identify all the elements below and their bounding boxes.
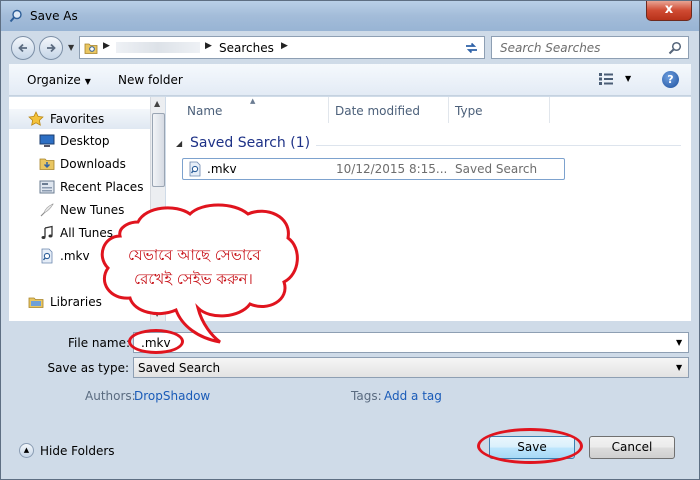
group-divider [316, 145, 681, 146]
column-header-label: Name [187, 104, 223, 118]
column-header-date-modified[interactable]: Date modified [329, 97, 448, 123]
star-icon [28, 111, 44, 126]
sidebar-item-favorites[interactable]: Favorites [9, 109, 151, 129]
tags-label: Tags: [351, 389, 382, 403]
search-placeholder: Search Searches [500, 41, 601, 55]
forward-button[interactable] [39, 36, 63, 60]
search-input[interactable]: Search Searches [491, 36, 689, 59]
column-divider[interactable] [549, 97, 550, 123]
arrow-left-icon [18, 43, 27, 53]
column-header-label: Type [455, 104, 483, 118]
view-dropdown-icon[interactable]: ▼ [625, 74, 631, 83]
column-header-name[interactable]: Name [166, 97, 328, 123]
authors-value[interactable]: DropShadow [134, 389, 210, 403]
chevron-down-icon[interactable]: ▼ [676, 363, 682, 372]
breadcrumb-current[interactable]: Searches [219, 41, 274, 55]
breadcrumb-separator-icon[interactable]: ▶ [205, 41, 212, 51]
sidebar-item-label: .mkv [60, 249, 90, 263]
address-bar[interactable]: ▶ ▶ Searches ▶ ▼ [79, 36, 524, 59]
breadcrumb-separator-icon[interactable]: ▶ [103, 41, 110, 51]
refresh-button[interactable] [460, 36, 485, 59]
back-button[interactable] [11, 36, 35, 60]
desktop-icon [39, 134, 55, 147]
recent-places-icon [39, 180, 55, 194]
music-note-icon [41, 225, 53, 239]
refresh-icon [466, 42, 477, 54]
scroll-up-icon[interactable]: ▲ [154, 99, 160, 108]
new-folder-button[interactable]: New folder [118, 73, 183, 87]
file-row[interactable]: .mkv 10/12/2015 8:15... Saved Search [182, 158, 565, 180]
feather-icon [40, 203, 54, 217]
file-type: Saved Search [455, 162, 538, 176]
save-as-type-select[interactable]: Saved Search ▼ [133, 357, 689, 378]
sidebar-item-label: Libraries [50, 295, 102, 309]
breadcrumb-separator-icon[interactable]: ▶ [281, 41, 288, 51]
search-icon[interactable] [668, 41, 682, 55]
recent-pages-dropdown-icon[interactable]: ▼ [68, 43, 74, 52]
annotation-line-1: যেভাবে আছে সেভাবে [128, 246, 261, 264]
window-title: Save As [30, 9, 78, 23]
chevron-down-icon: ▼ [84, 77, 91, 86]
help-icon[interactable]: ? [662, 71, 679, 88]
saved-search-folder-icon [84, 43, 98, 54]
sidebar-item-recent-places[interactable]: Recent Places [9, 177, 151, 197]
command-bar: Organize ▼ New folder ▼ ? [9, 64, 691, 96]
collapse-group-icon[interactable]: ◢ [176, 139, 182, 148]
close-button[interactable]: x [646, 1, 692, 21]
sidebar-item-label: Desktop [60, 134, 110, 148]
authors-label: Authors: [85, 389, 136, 403]
column-header-label: Date modified [335, 104, 421, 118]
address-row: ▼ ▶ ▶ Searches ▶ ▼ Search Searches [1, 31, 699, 63]
organize-label: Organize [27, 73, 81, 87]
scrollbar-thumb[interactable] [152, 113, 165, 187]
sidebar-item-label: Recent Places [60, 180, 144, 194]
downloads-folder-icon [39, 158, 55, 170]
sidebar-item-downloads[interactable]: Downloads [9, 154, 151, 174]
chevron-up-icon: ▲ [19, 443, 34, 458]
save-highlight-circle [477, 428, 583, 464]
new-folder-label: New folder [118, 73, 183, 87]
view-options-icon[interactable] [599, 73, 615, 85]
save-as-type-value: Saved Search [138, 361, 221, 375]
arrow-right-icon [47, 43, 56, 53]
title-bar[interactable]: Save As x [1, 1, 699, 31]
annotation-line-2: রেখেই সেইভ করুন। [134, 270, 253, 288]
saved-search-icon [41, 248, 53, 264]
search-icon [9, 9, 22, 23]
cancel-button[interactable]: Cancel [589, 436, 675, 459]
group-header[interactable]: Saved Search (1) [190, 135, 310, 151]
sidebar-item-label: Downloads [60, 157, 126, 171]
tags-value[interactable]: Add a tag [384, 389, 442, 403]
file-name: .mkv [207, 162, 237, 176]
file-date-modified: 10/12/2015 8:15... [336, 162, 448, 176]
libraries-icon [28, 297, 44, 308]
breadcrumb-user-blurred [116, 42, 200, 53]
sidebar-item-desktop[interactable]: Desktop [9, 131, 151, 151]
organize-button[interactable]: Organize ▼ [27, 73, 91, 87]
saved-search-icon [189, 161, 201, 177]
save-as-type-label: Save as type: [47, 361, 129, 375]
hide-folders-label: Hide Folders [40, 444, 115, 458]
column-header-type[interactable]: Type [449, 97, 549, 123]
chevron-down-icon[interactable]: ▼ [676, 338, 682, 347]
sidebar-item-label: Favorites [50, 112, 105, 126]
